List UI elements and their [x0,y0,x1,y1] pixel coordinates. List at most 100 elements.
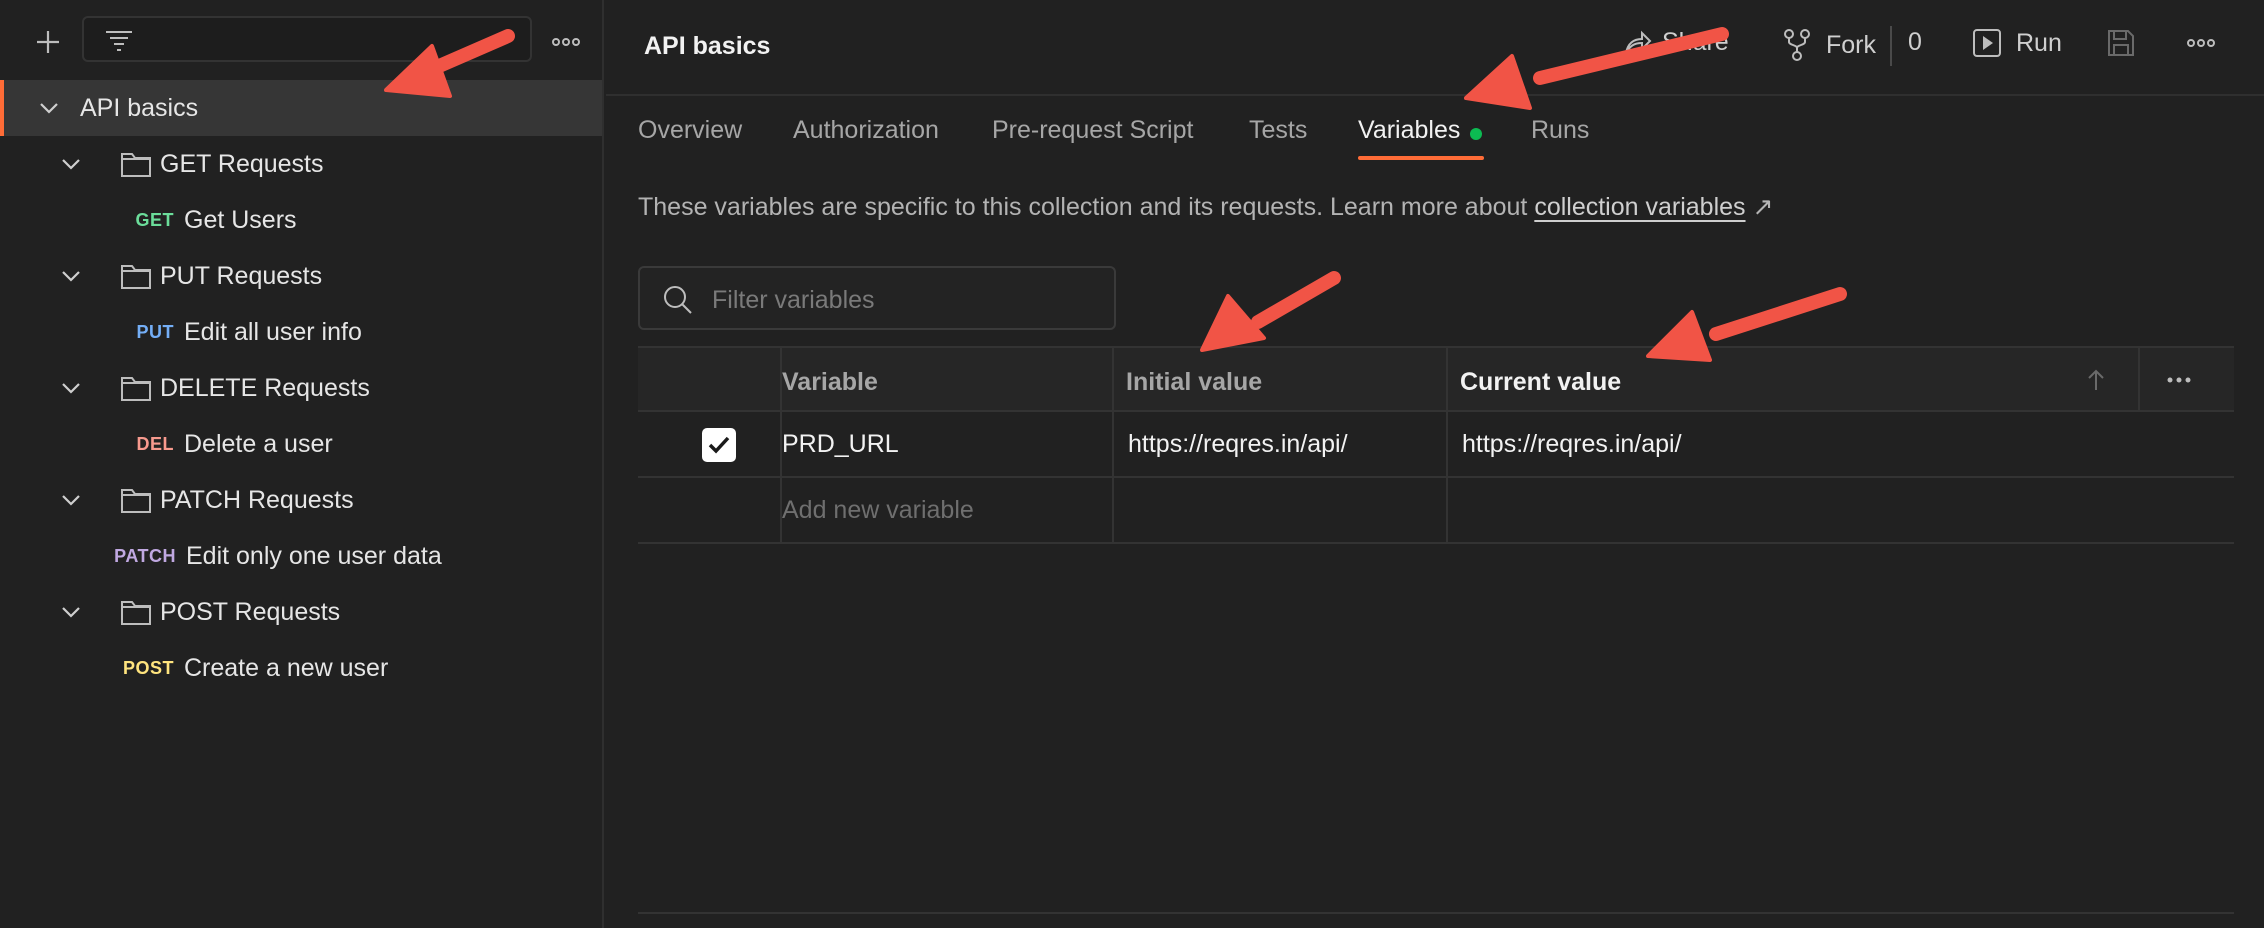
folder-label: POST Requests [160,597,341,626]
collection-panel: API basics Share Fork 0 Run Overview Aut… [606,0,2264,928]
request-item-delete-a-user[interactable]: DEL Delete a user [0,416,602,472]
external-link-icon: ↗ [1745,193,1774,221]
folder-label: DELETE Requests [160,373,370,402]
current-value-cell[interactable]: https://reqres.in/api/ [1462,430,1682,459]
column-divider [1112,346,1114,544]
method-badge: PUT [136,321,174,342]
folder-icon [120,374,152,402]
run-icon [1973,29,2001,57]
column-divider [2138,346,2140,412]
filter-icon [106,31,132,51]
more-horizontal-icon [2187,39,2215,47]
fork-button[interactable]: Fork [1782,28,1876,62]
variables-description: These variables are specific to this col… [638,192,1773,222]
sidebar-more-button[interactable] [548,24,584,60]
save-icon [2108,30,2134,56]
chevron-down-icon[interactable] [34,93,64,123]
request-label: Get Users [184,205,297,234]
column-divider [1446,346,1448,544]
request-item-edit-all-user-info[interactable]: PUT Edit all user info [0,304,602,360]
folder-icon [120,598,152,626]
tab-tests[interactable]: Tests [1249,116,1307,145]
folder-label: PATCH Requests [160,485,354,514]
new-collection-button[interactable] [28,22,68,62]
folder-icon [120,262,152,290]
initial-value-cell[interactable]: https://reqres.in/api/ [1128,430,1348,459]
chevron-down-icon[interactable] [56,149,86,179]
collection-tabs: Overview Authorization Pre-request Scrip… [606,96,2264,166]
tab-authorization[interactable]: Authorization [793,116,939,145]
collection-more-button[interactable] [2186,38,2216,48]
table-header-row: Variable Initial value Current value [638,346,2234,412]
run-button[interactable]: Run [1972,28,2062,58]
column-header-initial-value: Initial value [1126,368,1263,396]
fork-count: 0 [1908,28,1922,56]
panel-bottom-divider [638,912,2234,914]
request-item-create-a-new-user[interactable]: POST Create a new user [0,640,602,696]
run-label: Run [2016,28,2062,57]
filter-placeholder: Filter variables [712,286,875,314]
filter-variables-input[interactable]: Filter variables [638,266,1116,330]
tab-overview[interactable]: Overview [638,116,742,145]
request-label: Delete a user [184,429,333,458]
collection-item-api-basics[interactable]: API basics [0,80,602,136]
table-row[interactable]: PRD_URL https://reqres.in/api/ https://r… [638,412,2234,478]
folder-label: GET Requests [160,149,324,178]
chevron-down-icon[interactable] [56,597,86,627]
checkmark-icon [708,436,730,454]
plus-icon [37,31,59,53]
sidebar: API basics GET Requests GET Get Users PU… [0,0,604,928]
description-text: These variables are specific to this col… [638,193,1535,221]
variables-table: Variable Initial value Current value PRD… [638,346,2234,548]
chevron-down-icon[interactable] [56,261,86,291]
sort-arrow-up-icon[interactable] [2086,368,2106,392]
tab-variables[interactable]: Variables [1358,116,1460,145]
request-label: Edit only one user data [186,541,442,570]
column-divider [780,346,782,544]
request-label: Create a new user [184,653,389,682]
add-variable-row[interactable]: Add new variable [638,478,2234,544]
page-title: API basics [644,32,771,60]
folder-item-post-requests[interactable]: POST Requests [0,584,602,640]
save-button[interactable] [2106,28,2136,58]
active-tab-indicator [1358,156,1484,160]
collection-header: API basics Share Fork 0 Run [606,0,2264,96]
tab-runs[interactable]: Runs [1531,116,1589,145]
folder-label: PUT Requests [160,261,323,290]
method-badge: PATCH [114,545,176,566]
folder-item-get-requests[interactable]: GET Requests [0,136,602,192]
request-item-get-users[interactable]: GET Get Users [0,192,602,248]
active-status-dot [1470,128,1482,140]
column-header-current-value[interactable]: Current value [1460,368,1621,397]
folder-icon [120,486,152,514]
variable-enabled-checkbox[interactable] [702,428,736,462]
chevron-down-icon[interactable] [56,485,86,515]
share-label: Share [1662,28,1729,56]
tab-pre-request-script[interactable]: Pre-request Script [992,116,1193,145]
divider [1890,26,1892,66]
search-icon [664,286,692,314]
share-button[interactable]: Share [1622,28,1729,57]
request-item-edit-only-one-user-data[interactable]: PATCH Edit only one user data [0,528,602,584]
table-more-icon[interactable] [2166,376,2192,384]
share-icon [1625,30,1652,54]
folder-item-delete-requests[interactable]: DELETE Requests [0,360,602,416]
method-badge: GET [135,209,174,230]
folder-item-put-requests[interactable]: PUT Requests [0,248,602,304]
request-label: Edit all user info [184,317,362,346]
variable-name-cell[interactable]: PRD_URL [782,430,899,459]
sidebar-filter-input[interactable] [82,16,532,62]
method-badge: DEL [136,433,174,454]
folder-icon [120,150,152,178]
column-header-variable: Variable [782,368,878,396]
collection-name: API basics [80,93,199,122]
folder-item-patch-requests[interactable]: PATCH Requests [0,472,602,528]
collection-variables-link[interactable]: collection variables [1534,193,1745,221]
chevron-down-icon[interactable] [56,373,86,403]
method-badge: POST [122,657,174,678]
add-new-variable-placeholder[interactable]: Add new variable [782,496,974,525]
fork-label: Fork [1826,30,1876,59]
more-horizontal-icon [552,38,580,46]
sidebar-toolbar [0,0,604,80]
fork-icon [1784,29,1810,61]
